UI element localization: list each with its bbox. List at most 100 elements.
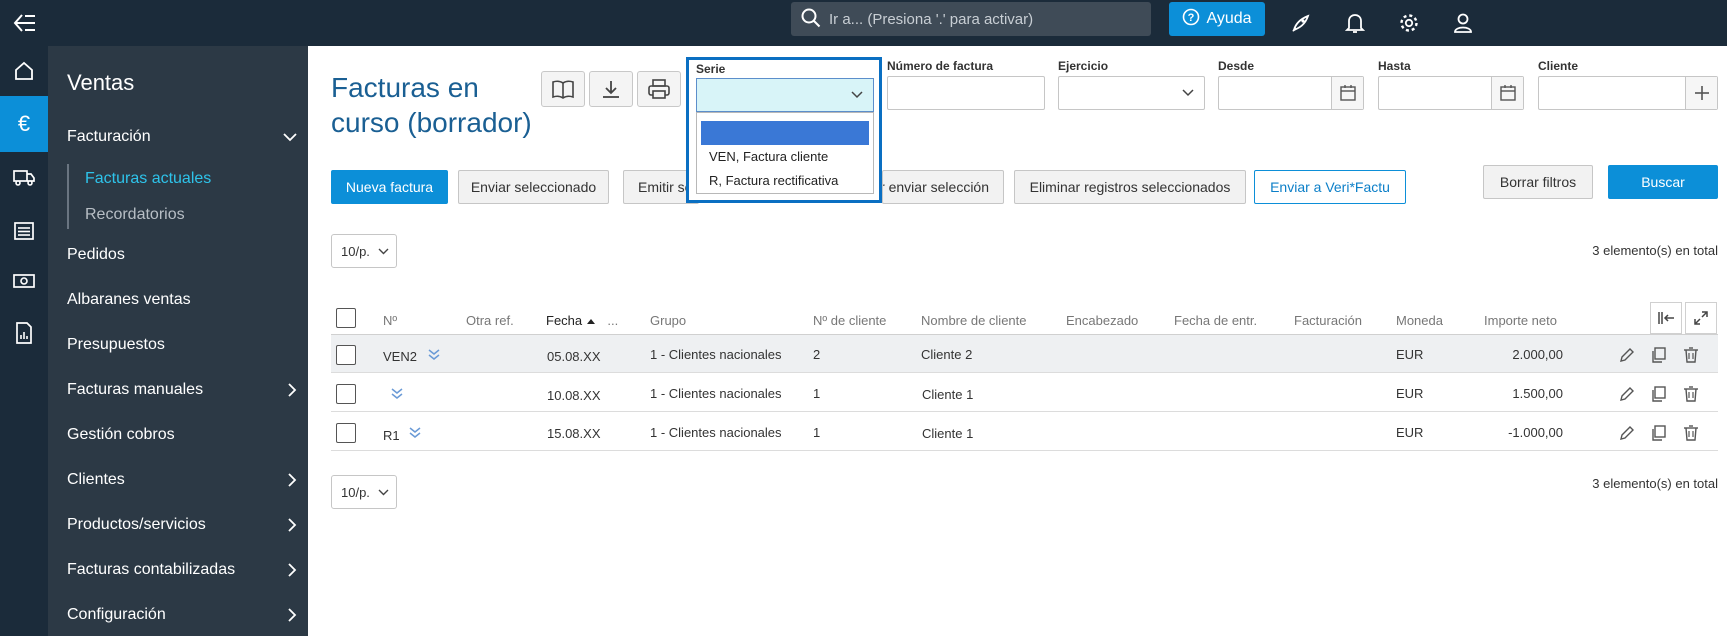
column-more[interactable]: ...	[607, 313, 618, 328]
sidebar-item-pedidos[interactable]: Pedidos	[67, 246, 297, 264]
rocket-icon[interactable]	[1284, 6, 1318, 40]
column-header-num[interactable]: Nº	[383, 313, 397, 328]
column-header-nro-cliente[interactable]: Nº de cliente	[813, 313, 886, 328]
money-icon[interactable]	[0, 256, 48, 306]
print-button[interactable]	[637, 71, 681, 107]
row-grupo: 1 - Clientes nacionales	[650, 386, 782, 401]
manual-button[interactable]	[541, 71, 585, 107]
serie-option-ven[interactable]: VEN, Factura cliente	[701, 145, 869, 169]
row-checkbox[interactable]	[336, 384, 356, 404]
plus-icon[interactable]	[1685, 77, 1717, 109]
column-header-grupo[interactable]: Grupo	[650, 313, 686, 328]
column-header-facturacion[interactable]: Facturación	[1294, 313, 1362, 328]
serie-label: Serie	[696, 62, 726, 76]
gear-icon[interactable]	[1392, 6, 1426, 40]
sidebar-item-configuracion[interactable]: Configuración	[67, 606, 297, 624]
total-count: 3 elemento(s) en total	[1592, 243, 1718, 258]
edit-icon[interactable]	[1616, 344, 1638, 366]
column-header-otra-ref[interactable]: Otra ref.	[466, 313, 514, 328]
row-importe: -1.000,00	[1508, 425, 1563, 440]
calendar-icon[interactable]	[1491, 77, 1523, 109]
global-search[interactable]	[791, 2, 1151, 36]
sidebar-item-presupuestos[interactable]: Presupuestos	[67, 336, 297, 354]
column-header-fecha[interactable]: Fecha ...	[546, 313, 618, 328]
select-all-checkbox[interactable]	[336, 308, 356, 328]
svg-text:?: ?	[1188, 12, 1195, 24]
copy-icon[interactable]	[1648, 422, 1670, 444]
buscar-button[interactable]: Buscar	[1608, 165, 1718, 199]
edit-icon[interactable]	[1616, 383, 1638, 405]
row-checkbox[interactable]	[336, 423, 356, 443]
copy-icon[interactable]	[1648, 344, 1670, 366]
page-size-label: 10/p.	[341, 243, 370, 259]
total-count-bottom: 3 elemento(s) en total	[1592, 476, 1718, 491]
row-num: VEN2	[383, 349, 417, 364]
copy-icon[interactable]	[1648, 383, 1670, 405]
column-header-importe-neto[interactable]: Importe neto	[1484, 313, 1557, 328]
numero-factura-input[interactable]	[887, 76, 1045, 110]
column-header-nombre-cliente[interactable]: Nombre de cliente	[921, 313, 1027, 328]
page-size-select-bottom[interactable]: 10/p.	[331, 475, 397, 509]
expand-row-icon[interactable]	[404, 422, 426, 444]
edit-icon[interactable]	[1616, 422, 1638, 444]
user-icon[interactable]	[1446, 6, 1480, 40]
trash-icon[interactable]	[1680, 383, 1702, 405]
desde-date-input[interactable]	[1218, 76, 1364, 110]
trash-icon[interactable]	[1680, 344, 1702, 366]
bell-icon[interactable]	[1338, 6, 1372, 40]
serie-option-empty[interactable]	[701, 121, 869, 145]
expand-icon[interactable]	[1685, 302, 1717, 334]
expand-row-icon[interactable]	[386, 383, 408, 405]
enviar-seleccion-button[interactable]: r enviar selección	[882, 170, 1004, 204]
serie-option-r[interactable]: R, Factura rectificativa	[701, 169, 869, 193]
collapse-menu-icon[interactable]	[8, 6, 42, 40]
sidebar-item-productos[interactable]: Productos/servicios	[67, 516, 297, 534]
home-icon[interactable]	[0, 46, 48, 96]
cliente-label: Cliente	[1538, 59, 1579, 73]
sidebar-item-clientes[interactable]: Clientes	[67, 471, 297, 489]
column-settings-icon[interactable]	[1650, 302, 1682, 334]
borrar-filtros-button[interactable]: Borrar filtros	[1483, 165, 1593, 199]
help-icon: ?	[1182, 8, 1200, 31]
sidebar-item-gestion-cobros[interactable]: Gestión cobros	[67, 426, 297, 444]
sidebar-item-facturas-manuales[interactable]: Facturas manuales	[67, 381, 297, 399]
help-button[interactable]: ? Ayuda	[1169, 2, 1265, 36]
truck-icon[interactable]	[0, 152, 48, 202]
eliminar-seleccionados-button[interactable]: Eliminar registros seleccionados	[1014, 170, 1246, 204]
cliente-input[interactable]	[1538, 76, 1718, 110]
row-checkbox[interactable]	[336, 345, 356, 365]
nueva-factura-button[interactable]: Nueva factura	[331, 170, 448, 204]
chevron-right-icon	[288, 473, 297, 487]
calendar-icon[interactable]	[1331, 77, 1363, 109]
serie-select[interactable]	[696, 78, 874, 112]
download-icon	[603, 81, 619, 98]
sidebar-subitem-recordatorios[interactable]: Recordatorios	[85, 206, 185, 224]
list-icon[interactable]	[0, 206, 48, 256]
sidebar-subitem-facturas-actuales[interactable]: Facturas actuales	[85, 170, 211, 188]
column-header-fecha-entrega[interactable]: Fecha de entr.	[1174, 313, 1257, 328]
column-header-fecha-label: Fecha	[546, 313, 583, 328]
chevron-right-icon	[288, 608, 297, 622]
ejercicio-select[interactable]	[1058, 76, 1205, 110]
download-button[interactable]	[589, 71, 633, 107]
enviar-seleccionado-button[interactable]: Enviar seleccionado	[458, 170, 609, 204]
search-input[interactable]	[829, 10, 1129, 28]
printer-icon	[648, 79, 670, 99]
column-header-moneda[interactable]: Moneda	[1396, 313, 1443, 328]
trash-icon[interactable]	[1680, 422, 1702, 444]
page-size-label: 10/p.	[341, 484, 370, 500]
sidebar-item-facturacion[interactable]: Facturación	[67, 128, 297, 146]
page-title-line1: Facturas en	[331, 72, 479, 103]
row-importe: 2.000,00	[1512, 347, 1563, 362]
document-chart-icon[interactable]	[0, 308, 48, 358]
column-header-encabezado[interactable]: Encabezado	[1066, 313, 1138, 328]
page-size-select[interactable]: 10/p.	[331, 234, 397, 268]
sidebar-item-albaranes[interactable]: Albaranes ventas	[67, 291, 297, 309]
sidebar-item-label: Gestión cobros	[67, 426, 175, 443]
expand-row-icon[interactable]	[423, 344, 445, 366]
desde-label: Desde	[1218, 59, 1255, 73]
enviar-verifactu-button[interactable]: Enviar a Veri*Factu	[1254, 170, 1406, 204]
sidebar-item-facturas-contabilizadas[interactable]: Facturas contabilizadas	[67, 561, 297, 579]
hasta-date-input[interactable]	[1378, 76, 1524, 110]
euro-icon[interactable]: €	[0, 96, 48, 152]
